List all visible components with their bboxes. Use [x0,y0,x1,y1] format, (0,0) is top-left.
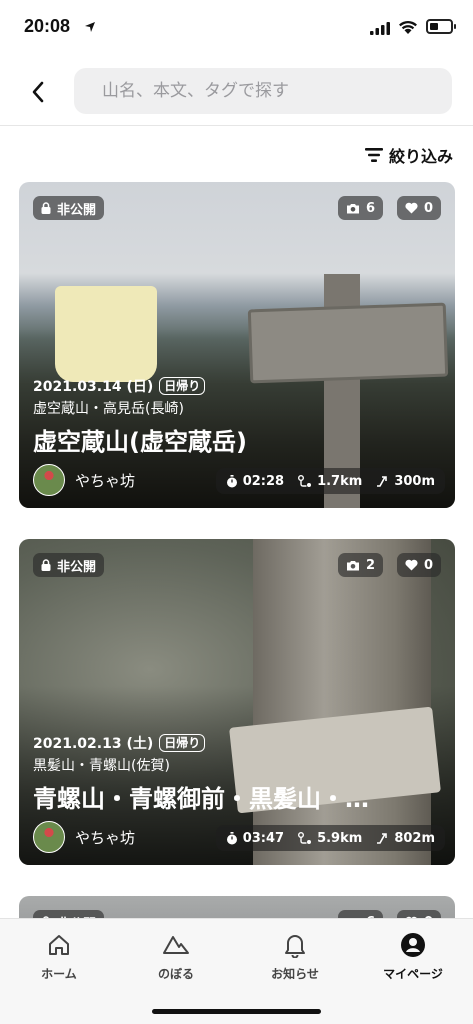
activity-title: 虚空蔵山(虚空蔵岳) [33,428,247,456]
elevation-value: 300m [394,473,435,489]
heart-icon [405,559,418,571]
nav-label: マイページ [383,967,443,981]
cellular-signal-icon [370,22,390,35]
activity-area: 虚空蔵山・高見岳(長崎) [33,401,184,417]
user-icon [401,933,425,957]
filter-icon [364,148,383,162]
filter-label: 絞り込み [388,147,453,166]
photo-count: 6 [365,200,375,216]
bottom-nav: ホーム のぼる お知らせ マイページ [0,918,473,1024]
activity-stats: 03:47 5.9km 802m [215,825,445,851]
nav-item-home[interactable]: ホーム [9,931,109,982]
camera-icon [346,560,359,570]
location-arrow-icon [85,22,95,32]
lock-icon [41,202,51,214]
nav-item-mypage[interactable]: マイページ [363,931,463,982]
activity-photo [19,539,455,865]
activity-footer: やちゃ坊 03:47 5.9km 802m [33,821,445,855]
stopwatch-icon [226,474,237,487]
nav-label: お知らせ [271,967,319,981]
nav-item-climb[interactable]: のぼる [126,931,226,982]
visibility-label: 非公開 [57,559,97,575]
elevation-icon [377,833,388,844]
battery-icon [426,19,456,34]
summit-sign-image [247,302,449,384]
activity-footer: やちゃ坊 02:28 1.7km 300m [33,464,445,498]
duration-stat: 02:28 [226,474,284,489]
elevation-stat: 802m [376,831,435,846]
avatar[interactable] [33,464,65,496]
wifi-icon [399,20,417,34]
like-count-badge: 0 [396,196,441,220]
mountain-icon [163,936,189,954]
status-bar: 20:08 [0,0,473,58]
lock-icon [41,559,51,571]
trip-type-badge: 日帰り [159,734,206,752]
photo-count: 2 [365,557,375,573]
private-badge: 非公開 [33,196,105,220]
distance-value: 5.9km [317,830,363,846]
search-box[interactable] [74,68,452,114]
duration-stat: 03:47 [226,831,284,846]
like-count: 0 [423,557,433,573]
nav-label: ホーム [41,967,77,981]
bell-icon [285,935,305,958]
activity-card[interactable]: 非公開 2 0 2021.02.13 (土) 日帰り 黒髪山・青螺山(佐賀) 青… [19,539,455,865]
user-name[interactable]: やちゃ坊 [75,827,135,848]
distance-stat: 1.7km [298,474,362,489]
filter-button[interactable]: 絞り込み [364,142,453,168]
like-count-badge: 0 [396,553,441,577]
route-distance-icon [298,831,312,844]
trip-type-badge: 日帰り [159,377,206,395]
elevation-icon [377,476,388,487]
photo-count-badge: 6 [337,196,383,220]
activity-date-row: 2021.03.14 (日) 日帰り [33,376,206,396]
cup-noodle-image [55,286,157,382]
search-header [0,58,473,126]
photo-count-badge: 2 [337,553,383,577]
activity-date: 2021.02.13 (土) [33,736,154,752]
distance-value: 1.7km [317,473,363,489]
activity-date: 2021.03.14 (日) [33,379,154,395]
status-time: 20:08 [24,16,71,36]
home-indicator [152,1009,321,1014]
route-distance-icon [298,474,312,487]
activity-photo [19,182,455,508]
duration-value: 02:28 [242,473,285,489]
private-badge: 非公開 [33,553,105,577]
back-button[interactable] [22,76,54,108]
nav-label: のぼる [157,967,194,981]
elevation-value: 802m [394,830,435,846]
home-icon [49,935,69,955]
avatar[interactable] [33,821,65,853]
elevation-stat: 300m [376,474,435,489]
distance-stat: 5.9km [298,831,362,846]
tree-trunk-image [253,539,431,865]
stopwatch-icon [226,831,237,844]
activity-stats: 02:28 1.7km 300m [215,468,445,494]
activity-card[interactable]: 非公開 6 0 2021.03.14 (日) 日帰り 虚空蔵山・高見岳(長崎) … [19,182,455,508]
like-count: 0 [423,200,433,216]
activity-area: 黒髪山・青螺山(佐賀) [33,758,170,774]
activity-date-row: 2021.02.13 (土) 日帰り [33,733,206,753]
visibility-label: 非公開 [57,202,97,218]
chevron-left-icon [32,81,44,103]
nav-item-notifications[interactable]: お知らせ [245,931,345,982]
heart-icon [405,202,418,214]
activity-title: 青螺山・青螺御前・黒髪山・… [33,785,369,813]
camera-icon [346,203,359,213]
search-input[interactable] [102,68,442,114]
duration-value: 03:47 [242,830,285,846]
user-name[interactable]: やちゃ坊 [75,470,135,491]
